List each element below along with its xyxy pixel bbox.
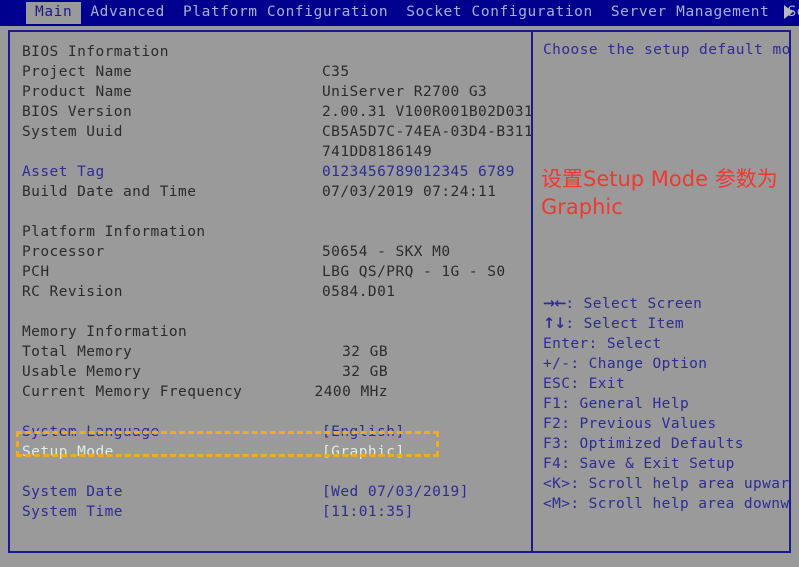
settings-row: Usable Memory 32 GB <box>10 362 531 382</box>
info-label: Product Name <box>22 84 133 100</box>
info-label: Build Date and Time <box>22 184 197 200</box>
settings-row: BIOS Version 2.00.31 V100R001B02D031 <box>10 102 531 122</box>
info-value: 0123456789012345 6789 <box>322 164 515 180</box>
bios-setup-screen: Main Advanced Platform Configuration Socket… <box>0 0 799 567</box>
content-frame: BIOS Information Project Name C35 Product N… <box>8 30 791 553</box>
info-label: System Uuid <box>22 124 123 140</box>
section-heading: Memory Information <box>22 324 188 340</box>
setting-label: Setup Mode <box>22 444 114 460</box>
key-legend-item: F2: Previous Values <box>543 414 789 434</box>
setting-row-system-date[interactable]: System Date [Wed 07/03/2019] <box>10 482 531 502</box>
key-legend-text: F4: Save & Exit Setup <box>543 456 735 472</box>
tab-server-management[interactable]: Server Management <box>602 2 779 24</box>
setting-row-system-language[interactable]: System Language [English] <box>10 422 531 442</box>
tab-advanced[interactable]: Advanced <box>81 2 174 24</box>
key-legend-item: <K>: Scroll help area upwards <box>543 474 789 494</box>
key-legend-text: F2: Previous Values <box>543 416 717 432</box>
key-legend-item: <M>: Scroll help area downwards <box>543 494 789 514</box>
main-settings-pane: BIOS Information Project Name C35 Product N… <box>10 32 531 551</box>
settings-row: Processor 50654 - SKX M0 <box>10 242 531 262</box>
info-value: CB5A5D7C-74EA-03D4-B311- <box>322 124 531 140</box>
setting-label: System Language <box>22 424 160 440</box>
key-legend-item: ↑↓: Select Item <box>543 314 789 334</box>
info-value: 50654 - SKX M0 <box>322 244 451 260</box>
info-value: 32 GB <box>342 364 388 380</box>
key-legend-text: +/-: Change Option <box>543 356 708 372</box>
key-legend-item: +/-: Change Option <box>543 354 789 374</box>
settings-row: PCH LBG QS/PRQ - 1G - S0 <box>10 262 531 282</box>
tab-socket-configuration[interactable]: Socket Configuration <box>397 2 602 24</box>
info-value: 32 GB <box>342 344 388 360</box>
info-label: Project Name <box>22 64 133 80</box>
instruction-annotation: 设置Setup Mode 参数为Graphic <box>541 167 778 219</box>
help-pane: Choose the setup default mode 设置Setup Mo… <box>533 32 789 551</box>
key-legend-text: <M>: Scroll help area downwards <box>543 496 789 512</box>
key-legend-item: F1: General Help <box>543 394 789 414</box>
key-legend-text: ESC: Exit <box>543 376 626 392</box>
info-label: Processor <box>22 244 105 260</box>
info-value: 741DD8186149 <box>322 144 433 160</box>
tab-main[interactable]: Main <box>26 2 82 24</box>
info-value: C35 <box>322 64 350 80</box>
info-label: Asset Tag <box>22 164 105 180</box>
setting-value: [Graphic] <box>322 444 405 460</box>
settings-row: Product Name UniServer R2700 G3 <box>10 82 531 102</box>
setting-label: System Date <box>22 484 123 500</box>
settings-row: 741DD8186149 <box>10 142 531 162</box>
info-value: LBG QS/PRQ - 1G - S0 <box>322 264 506 280</box>
key-legend-text: : Select Item <box>565 316 684 332</box>
key-legend-item: Enter: Select <box>543 334 789 354</box>
arrow-keys-icon: ↑↓ <box>543 316 566 332</box>
key-legend-list: →←: Select Screen ↑↓: Select Item Enter: S… <box>543 294 789 514</box>
setting-value: [English] <box>322 424 405 440</box>
help-title: Choose the setup default mode <box>543 42 789 58</box>
key-legend-text: F3: Optimized Defaults <box>543 436 744 452</box>
settings-row: Asset Tag 0123456789012345 6789 <box>10 162 531 182</box>
key-legend-text: <K>: Scroll help area upwards <box>543 476 789 492</box>
key-legend-text: : Select Screen <box>565 296 703 312</box>
setting-value: [11:01:35] <box>322 504 414 520</box>
arrow-keys-icon: →← <box>543 296 566 312</box>
info-value: UniServer R2700 G3 <box>322 84 488 100</box>
setting-row-system-time[interactable]: System Time [11:01:35] <box>10 502 531 522</box>
info-value: 2400 MHz <box>314 384 388 400</box>
key-legend-item: →←: Select Screen <box>543 294 789 314</box>
setting-value: [Wed 07/03/2019] <box>322 484 469 500</box>
key-legend-text: Enter: Select <box>543 336 662 352</box>
settings-row: Build Date and Time 07/03/2019 07:24:11 <box>10 182 531 202</box>
triangle-right-icon[interactable] <box>784 5 793 19</box>
settings-row: Platform Information <box>10 222 531 242</box>
settings-row: Total Memory 32 GB <box>10 342 531 362</box>
info-value: 2.00.31 V100R001B02D031 <box>322 104 531 120</box>
info-value: 0584.D01 <box>322 284 396 300</box>
tab-platform-configuration[interactable]: Platform Configuration <box>174 2 397 24</box>
info-label: BIOS Version <box>22 104 133 120</box>
key-legend-item: ESC: Exit <box>543 374 789 394</box>
setting-row-setup-mode[interactable]: Setup Mode [Graphic] <box>10 442 531 462</box>
settings-row: Memory Information <box>10 322 531 342</box>
info-label: PCH <box>22 264 50 280</box>
menu-bar: Main Advanced Platform Configuration Socket… <box>0 0 799 26</box>
settings-row: BIOS Information <box>10 42 531 62</box>
section-heading: Platform Information <box>22 224 206 240</box>
settings-row: Project Name C35 <box>10 62 531 82</box>
info-value: 07/03/2019 07:24:11 <box>322 184 497 200</box>
setting-label: System Time <box>22 504 123 520</box>
key-legend-text: F1: General Help <box>543 396 690 412</box>
settings-row: RC Revision 0584.D01 <box>10 282 531 302</box>
key-legend-item: F3: Optimized Defaults <box>543 434 789 454</box>
section-heading: BIOS Information <box>22 44 169 60</box>
info-label: RC Revision <box>22 284 123 300</box>
settings-row: Current Memory Frequency 2400 MHz <box>10 382 531 402</box>
key-legend-item: F4: Save & Exit Setup <box>543 454 789 474</box>
settings-row: System Uuid CB5A5D7C-74EA-03D4-B311- <box>10 122 531 142</box>
